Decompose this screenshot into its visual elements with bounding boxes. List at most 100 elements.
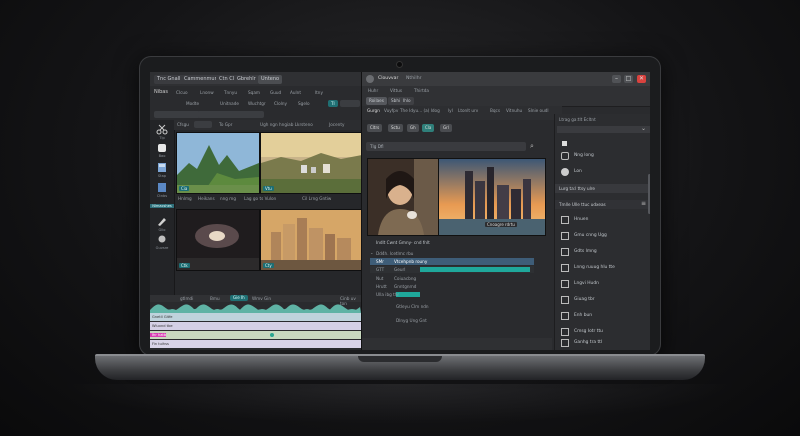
grid-header-label[interactable]: To Gpr (219, 122, 232, 127)
keyframe-marker[interactable] (270, 333, 274, 337)
toolbar-item[interactable]: Ltonlt urv (458, 108, 478, 113)
toolbar-item[interactable]: Modte (186, 101, 199, 106)
maximize-icon[interactable]: □ (624, 75, 633, 83)
menu-icon[interactable]: ≡ (641, 200, 646, 207)
clip-bar[interactable] (420, 267, 530, 272)
toolbar-item[interactable]: Vuyfpv (384, 108, 398, 113)
chevron-down-icon[interactable]: ⌄ (370, 250, 374, 255)
search-icon[interactable]: ⌕ (530, 142, 534, 151)
tree-row-label[interactable]: Dd4h. lcetlmc rbu (376, 251, 413, 256)
clip-icon[interactable] (156, 162, 168, 173)
panel-dropdown[interactable] (557, 126, 650, 133)
action-button[interactable]: Cltrs (367, 124, 383, 132)
toolbar-item[interactable]: Unitnade (220, 101, 239, 106)
toolbar-item[interactable]: Gurgn (367, 108, 380, 113)
clip-caption-row: Hnlmg Heikans nng mg Lag go ts Vulon Cil… (174, 196, 361, 206)
search-input[interactable]: Tlg Dfl (366, 142, 526, 151)
media-thumbnail[interactable]: Ctk (176, 209, 260, 271)
action-button[interactable]: Gh (407, 124, 419, 132)
panel-item[interactable]: Giuag tbr (555, 292, 650, 308)
media-thumbnail[interactable]: Cty (260, 209, 363, 271)
action-button[interactable]: Cla (422, 124, 435, 132)
menu-tab[interactable]: Unteno (258, 75, 283, 84)
tree-row-label[interactable]: SMr (376, 259, 384, 264)
grid-header-label[interactable]: Ugh ngn hngiab Lkrsteno (260, 122, 313, 127)
panel-item[interactable]: Nng long (555, 148, 650, 164)
toolbar-item[interactable]: Vitnuhu (506, 108, 522, 113)
media-thumbnail[interactable]: Cia (176, 132, 260, 194)
tree-footer-item[interactable]: Gtleyu Clm ndn (396, 304, 429, 309)
menu-item[interactable]: Huhr (368, 88, 378, 93)
tree-row-label[interactable]: GTT (376, 267, 384, 272)
toolbar-label: Nibas (154, 89, 168, 95)
toolbar-item[interactable]: Lnonw (200, 90, 214, 95)
filter-chip[interactable] (154, 111, 200, 118)
grid-header-label[interactable]: Jocenty (329, 122, 344, 127)
scissors-icon[interactable] (156, 124, 168, 135)
video-preview-portrait[interactable] (367, 158, 439, 236)
tree-footer-item[interactable]: Dlnyg Ung Gnt (396, 318, 427, 323)
laptop-screen: Tnc Gnall Cammenmunmn Ctn Cls Gbrehlr Un… (150, 72, 650, 350)
track-row[interactable]: Gnetll Gitfe (150, 313, 361, 321)
panel-item[interactable]: Gdts lmng (555, 244, 650, 260)
pen-icon[interactable] (156, 216, 168, 227)
toolbar-item[interactable]: Aulnt (290, 90, 301, 95)
crop-icon (561, 232, 569, 240)
panel-item[interactable]: Lngvi Hudn (555, 276, 650, 292)
tab[interactable]: Ihlo (400, 97, 414, 105)
minimize-icon[interactable]: – (612, 75, 621, 83)
toolbar-chip[interactable]: Tl (328, 100, 338, 107)
status-bar (362, 338, 552, 350)
toolbar-item[interactable]: Clcuo (176, 90, 188, 95)
action-button[interactable]: Grl (440, 124, 452, 132)
waveform[interactable] (150, 301, 361, 313)
track-row[interactable]: Ihr hatb (150, 331, 361, 339)
filter-chip[interactable] (198, 111, 264, 118)
toolbar-item[interactable]: The Idyu... (a) Idog (400, 108, 440, 113)
media-thumbnail[interactable]: Vtu (260, 132, 363, 194)
panel-scrollbar[interactable] (648, 174, 650, 214)
tab[interactable]: Roilaes (366, 97, 387, 105)
tree-row-label[interactable]: Ulla ibg thr (376, 292, 399, 297)
hand-icon[interactable] (156, 142, 168, 153)
media-icon[interactable] (156, 182, 168, 193)
grid-toggle[interactable] (194, 121, 212, 128)
panel-item[interactable]: Hnuen (555, 212, 650, 228)
video-preview-city[interactable]: Cnoagre rdrtu (438, 158, 546, 236)
panel-header: Ltrag ga:tlt Ecltnt (559, 117, 596, 122)
toolbar-item[interactable]: Bqcs (490, 108, 500, 113)
clip-badge: Cty (263, 263, 274, 268)
clip-bar[interactable] (396, 292, 420, 297)
panel-item[interactable]: Ganhg tra ttl (555, 336, 650, 350)
toolbar-item[interactable]: Tnnyu (224, 90, 237, 95)
tree-row-label[interactable]: Hrutt (376, 284, 387, 289)
sidebar-label[interactable]: Nlmacshes (150, 204, 174, 208)
settings-chip[interactable] (340, 100, 360, 107)
toolbar-item[interactable]: Sgelo (298, 101, 310, 106)
toolbar-item[interactable]: Clolny (274, 101, 287, 106)
tree-row-label[interactable]: Nut (376, 276, 383, 281)
track-row[interactable]: Wluxnd tbe (150, 322, 361, 330)
action-button[interactable]: Sctu (388, 124, 403, 132)
menu-tab[interactable]: Tnc Gnall (154, 75, 184, 84)
toolbar-item[interactable]: lyl (448, 108, 453, 113)
menu-tab[interactable]: Gbrehlr (234, 75, 259, 84)
effects-icon[interactable] (156, 234, 168, 245)
menu-item[interactable]: Thirtda (414, 88, 429, 93)
panel-item[interactable]: Lnng ruuug hlu tte (555, 260, 650, 276)
chevron-down-icon[interactable]: ⌄ (641, 125, 646, 132)
track-row[interactable]: Fin tuihss (150, 340, 361, 348)
close-icon[interactable]: ✕ (637, 75, 646, 83)
toolbar-item[interactable]: ltny (315, 90, 323, 95)
menu-item[interactable]: Vittus (390, 88, 402, 93)
toolbar-item[interactable]: Guud (270, 90, 281, 95)
toolbar-item[interactable]: Sqam (248, 90, 260, 95)
settings-icon (561, 339, 569, 347)
toolbar-item[interactable]: Wuchtgr (248, 101, 266, 106)
panel-item[interactable]: Gmu cnng Ugg (555, 228, 650, 244)
toolbar-item[interactable]: Slnie oudl (528, 108, 549, 113)
panel-item-label: Nng long (574, 153, 594, 158)
panel-item[interactable]: Lon (555, 164, 650, 180)
panel-item[interactable]: Enh bun (555, 308, 650, 324)
tree-row-sub: Coiuacbng (394, 276, 417, 281)
